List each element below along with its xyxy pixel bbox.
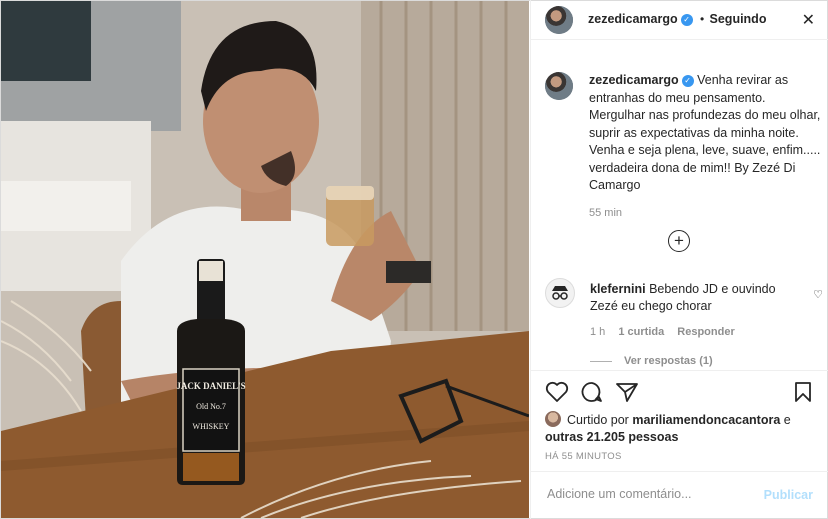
add-comment-input[interactable] [545,486,749,502]
post-header: zezedicamargo ✓ • Seguindo ✕ [531,0,828,40]
spy-avatar-icon [552,286,568,300]
view-replies-button[interactable]: Ver respostas (1) [590,355,713,367]
comment-bubble-icon[interactable] [580,381,604,403]
publish-button[interactable]: Publicar [764,488,813,502]
post-actions: Curtido por mariliamendoncacantora e out… [531,370,828,472]
comments-scroll-area[interactable]: zezedicamargo ✓ Venha revirar as entranha… [531,40,828,370]
likes-others-count[interactable]: outras 21.205 pessoas [545,430,678,444]
commenter-username[interactable]: klefernini [590,282,646,296]
author-line: zezedicamargo ✓ • Seguindo [588,12,766,26]
share-paper-plane-icon[interactable] [615,381,639,403]
bottle-label-top: JACK DANIEL'S [176,381,245,391]
comment-time: 1 h [590,326,606,338]
caption-verified-badge-icon: ✓ [681,74,694,87]
caption-time: 55 min [589,206,623,219]
photo-illustration: JACK DANIEL'S Old No.7 WHISKEY [1,1,529,518]
caption-text: Venha revirar as entranhas do meu pensam… [589,73,821,192]
add-comment-bar: Publicar [531,471,828,518]
author-avatar[interactable] [545,6,573,34]
bottle-label-bottom: WHISKEY [193,422,230,431]
post-details-panel: zezedicamargo ✓ • Seguindo ✕ zezedicamarg… [530,0,828,519]
caption-author-username[interactable]: zezedicamargo [589,73,679,87]
load-more-comments-icon[interactable]: + [668,230,690,252]
author-username[interactable]: zezedicamargo [588,12,678,26]
likes-summary: Curtido por mariliamendoncacantora e out… [545,411,815,446]
comment-like-heart-icon[interactable]: ♡ [813,288,823,301]
likes-prefix: Curtido por [567,413,629,427]
caption: zezedicamargo ✓ Venha revirar as entranha… [589,72,821,222]
posted-timestamp[interactable]: HÁ 55 MINUTOS [545,451,622,462]
post-photo[interactable]: JACK DANIEL'S Old No.7 WHISKEY [1,1,529,518]
likes-connector: e [783,413,791,427]
verified-badge-icon: ✓ [680,13,693,26]
like-heart-icon[interactable] [545,381,569,403]
comment-text-line: klefernini Bebendo JD e ouvindo Zezé eu … [590,281,790,314]
replies-divider [590,360,612,362]
separator-dot: • [699,12,705,26]
comment-likes-count[interactable]: 1 curtida [618,326,664,338]
following-button[interactable]: Seguindo [710,12,767,26]
comment-meta: 1 h 1 curtida Responder [590,326,745,338]
liker-username[interactable]: mariliamendoncacantora [632,413,780,427]
liker-avatar[interactable] [545,411,561,427]
view-replies-label: Ver respostas (1) [624,355,713,367]
save-bookmark-icon[interactable] [793,381,813,403]
more-options-icon[interactable]: ✕ [802,10,815,30]
comment-reply-button[interactable]: Responder [677,326,734,338]
caption-author-avatar[interactable] [545,72,573,100]
commenter-avatar[interactable] [545,278,575,308]
bottle-label-mid: Old No.7 [196,402,226,411]
